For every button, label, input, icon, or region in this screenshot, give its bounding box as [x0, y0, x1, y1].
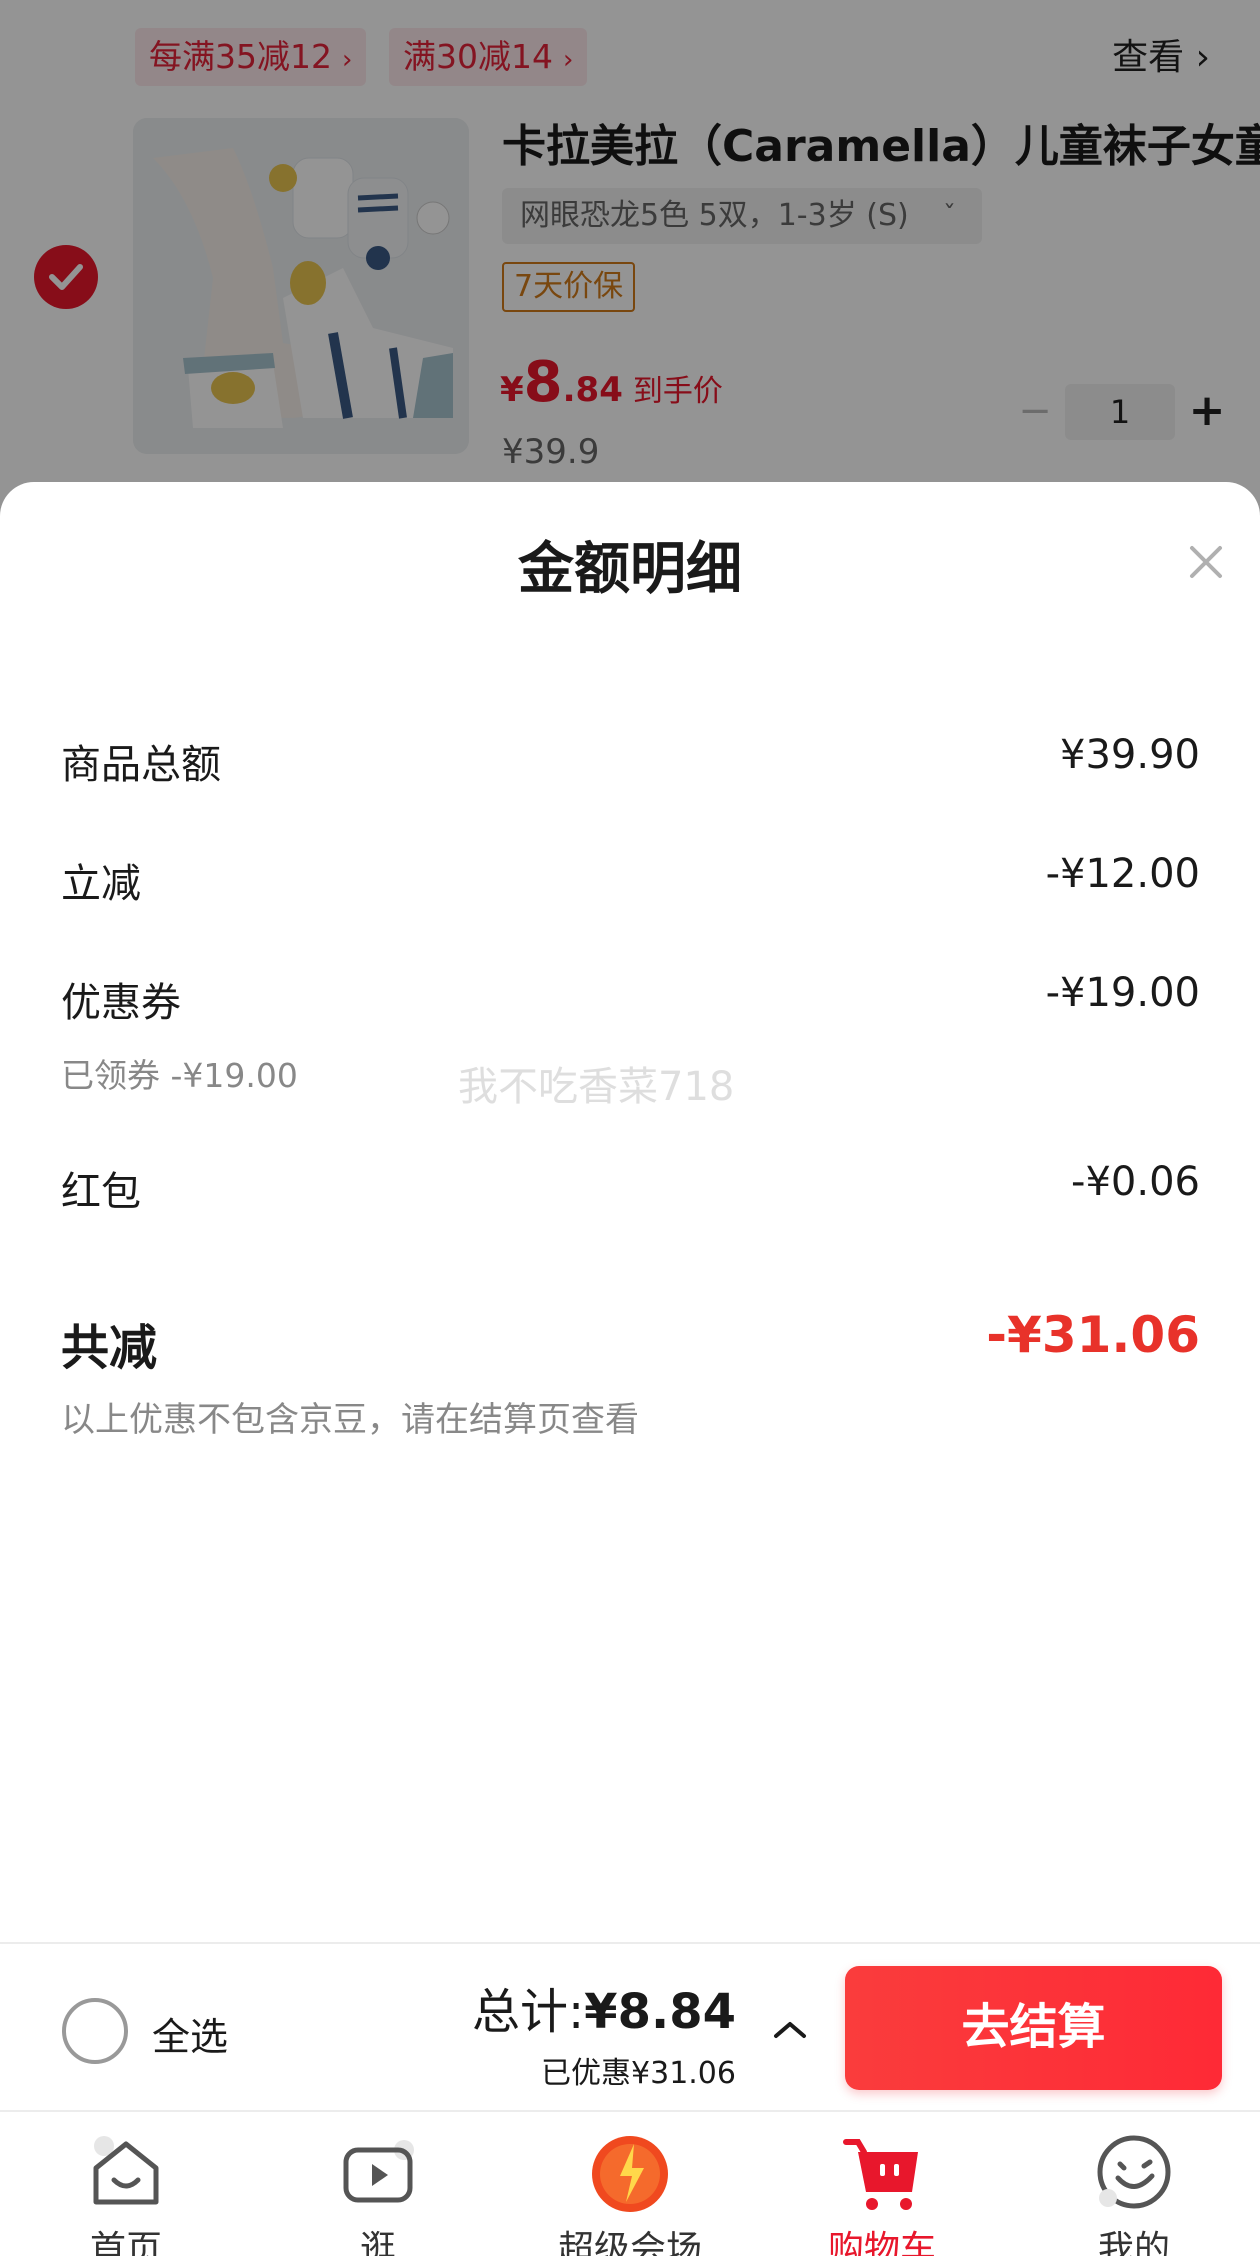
total-discount-label: 共减 [61, 1320, 158, 1376]
row-label-coupon: 优惠券 [61, 980, 181, 1026]
tab-label: 购物车 [827, 2229, 936, 2256]
settlement-bar: 全选 总计:¥8.84 已优惠¥31.06 去结算 [0, 1942, 1260, 2110]
tab-super-venue[interactable]: 超级会场 [504, 2112, 756, 2256]
total-discount-value: -¥31.06 [986, 1306, 1200, 1364]
chevron-up-icon[interactable] [770, 2014, 810, 2044]
row-sub-coupon-claimed: 已领券 -¥19.00 [61, 1056, 298, 1095]
row-label-instant-discount: 立减 [61, 861, 141, 907]
row-value-red-packet: -¥0.06 [1071, 1159, 1200, 1205]
super-venue-icon [592, 2136, 668, 2212]
tab-home[interactable]: 首页 [0, 2112, 252, 2256]
bottom-tab-bar: 首页 逛 超级会场 购物车 我的 [0, 2110, 1260, 2256]
row-label-goods-total: 商品总额 [61, 742, 221, 788]
tab-mine[interactable]: 我的 [1008, 2112, 1260, 2256]
row-value-coupon: -¥19.00 [1045, 970, 1200, 1016]
total-amount: ¥8.84 [584, 1984, 736, 2040]
smiley-profile-icon [1097, 2135, 1171, 2209]
close-icon [1190, 546, 1222, 578]
cart-total: 总计:¥8.84 [472, 1972, 736, 2042]
sheet-title: 金额明细 [518, 537, 742, 602]
tab-cart[interactable]: 购物车 [756, 2112, 1008, 2256]
tab-browse[interactable]: 逛 [252, 2112, 504, 2256]
shopping-cart-icon [843, 2139, 918, 2210]
checkout-button[interactable]: 去结算 [845, 1966, 1222, 2090]
home-icon [93, 2136, 159, 2205]
saved-amount: 已优惠¥31.06 [541, 2056, 736, 2091]
tab-label: 首页 [89, 2229, 162, 2256]
watermark: 我不吃香菜718 [458, 1064, 735, 1110]
tab-label: 我的 [1097, 2229, 1170, 2256]
tab-label: 超级会场 [557, 2229, 702, 2256]
video-play-icon [343, 2140, 414, 2203]
select-all-checkbox[interactable] [62, 1998, 128, 2064]
discount-note: 以上优惠不包含京豆，请在结算页查看 [61, 1400, 639, 1440]
select-all-label[interactable]: 全选 [152, 2006, 228, 2061]
close-button[interactable] [1178, 534, 1234, 590]
tab-label: 逛 [359, 2229, 396, 2256]
row-value-goods-total: ¥39.90 [1060, 732, 1200, 778]
total-prefix: 总计: [471, 1984, 585, 2040]
row-value-instant-discount: -¥12.00 [1045, 851, 1200, 897]
row-label-red-packet: 红包 [61, 1169, 141, 1215]
